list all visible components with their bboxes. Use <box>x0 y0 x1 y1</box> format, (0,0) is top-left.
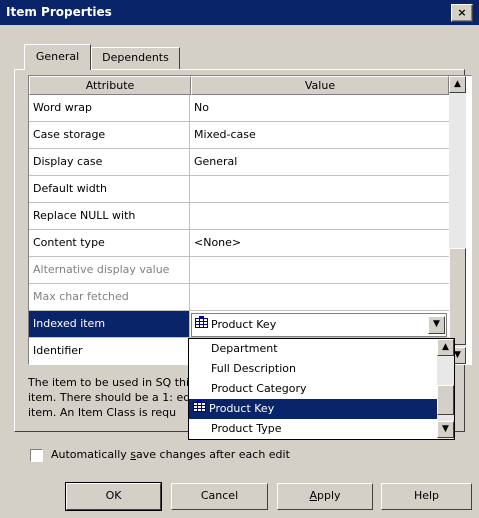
scroll-up-button[interactable]: ▲ <box>449 76 466 93</box>
tab-dependents-label: Dependents <box>102 51 169 64</box>
value-cell <box>191 257 449 283</box>
tab-general-label: General <box>35 50 80 63</box>
attribute-cell: Display case <box>29 149 190 175</box>
combo-value: Product Key <box>211 318 277 331</box>
scroll-up-button[interactable]: ▲ <box>437 339 454 356</box>
scroll-down-button[interactable]: ▼ <box>437 421 454 438</box>
column-header-value[interactable]: Value <box>191 76 449 95</box>
attribute-cell: Word wrap <box>29 95 190 121</box>
indexed-item-dropdown-list[interactable]: Department Full Description Product Cate… <box>188 338 455 440</box>
table-row[interactable]: Word wrap No <box>29 95 449 122</box>
chevron-down-icon: ▼ <box>454 350 461 360</box>
dropdown-scrollbar[interactable]: ▲ ▼ <box>437 339 454 439</box>
chevron-down-icon: ▼ <box>433 319 440 329</box>
title-bar[interactable]: Item Properties × <box>0 0 479 25</box>
value-cell[interactable]: <None> <box>191 230 449 256</box>
chevron-down-icon: ▼ <box>442 424 449 434</box>
apply-button-label: pply <box>317 489 341 502</box>
value-cell[interactable]: General <box>191 149 449 175</box>
value-cell[interactable]: Mixed-case <box>191 122 449 148</box>
close-icon: × <box>457 6 467 19</box>
tab-general[interactable]: General <box>24 44 91 70</box>
chevron-up-icon: ▲ <box>442 342 449 352</box>
table-grid-icon <box>193 399 207 419</box>
ok-button[interactable]: OK <box>65 482 162 511</box>
attribute-cell: Replace NULL with <box>29 203 190 229</box>
list-item[interactable]: Department <box>189 339 437 359</box>
table-row[interactable]: Max char fetched <box>29 284 449 311</box>
tab-dependents[interactable]: Dependents <box>91 47 180 69</box>
list-item[interactable]: Product Category <box>189 379 437 399</box>
value-cell <box>191 284 449 310</box>
value-cell[interactable] <box>191 176 449 202</box>
property-grid[interactable]: Attribute Value Word wrap No Case storag… <box>28 75 472 365</box>
attribute-cell: Max char fetched <box>29 284 190 310</box>
table-row[interactable]: Display case General <box>29 149 449 176</box>
table-row[interactable]: Replace NULL with <box>29 203 449 230</box>
label-part: Automatically <box>51 448 131 461</box>
cancel-button[interactable]: Cancel <box>171 483 268 510</box>
apply-button[interactable]: Apply <box>277 483 373 510</box>
table-row[interactable]: Default width <box>29 176 449 203</box>
column-header-attribute-label: Attribute <box>85 79 135 92</box>
list-item-selected[interactable]: Product Key <box>189 399 437 419</box>
cancel-button-label: Cancel <box>200 489 239 502</box>
indexed-item-combo[interactable]: Product Key ▼ <box>191 313 447 337</box>
close-button[interactable]: × <box>451 4 473 22</box>
attribute-cell: Case storage <box>29 122 190 148</box>
attribute-cell: Indexed item <box>29 311 190 337</box>
combo-dropdown-button[interactable]: ▼ <box>428 316 445 334</box>
list-item[interactable]: Product Type <box>189 419 437 439</box>
attribute-cell: Default width <box>29 176 190 202</box>
label-part: ave changes after each edit <box>136 448 290 461</box>
table-row[interactable]: Alternative display value <box>29 257 449 284</box>
scroll-thumb[interactable] <box>437 385 454 415</box>
column-header-attribute[interactable]: Attribute <box>29 76 191 95</box>
chevron-up-icon: ▲ <box>454 79 461 89</box>
help-button-label: Help <box>413 489 440 502</box>
list-item[interactable]: Full Description <box>189 359 437 379</box>
scroll-thumb[interactable] <box>449 248 466 345</box>
list-item-label: Product Key <box>209 402 275 415</box>
autosave-checkbox[interactable] <box>30 449 43 462</box>
table-grid-icon <box>195 314 209 336</box>
help-button[interactable]: Help <box>381 483 472 510</box>
table-row[interactable]: Case storage Mixed-case <box>29 122 449 149</box>
attribute-cell: Content type <box>29 230 190 256</box>
column-header-value-label: Value <box>304 79 336 92</box>
attribute-cell: Identifier <box>29 338 190 364</box>
table-row[interactable]: Content type <None> <box>29 230 449 257</box>
apply-accelerator: A <box>309 489 317 502</box>
grid-scrollbar[interactable]: ▲ ▼ <box>449 76 466 364</box>
value-cell[interactable]: No <box>191 95 449 121</box>
window-title: Item Properties <box>6 5 112 19</box>
autosave-checkbox-label[interactable]: Automatically save changes after each ed… <box>51 448 290 461</box>
ok-button-label: OK <box>105 489 122 502</box>
value-cell[interactable] <box>191 203 449 229</box>
attribute-cell: Alternative display value <box>29 257 190 283</box>
